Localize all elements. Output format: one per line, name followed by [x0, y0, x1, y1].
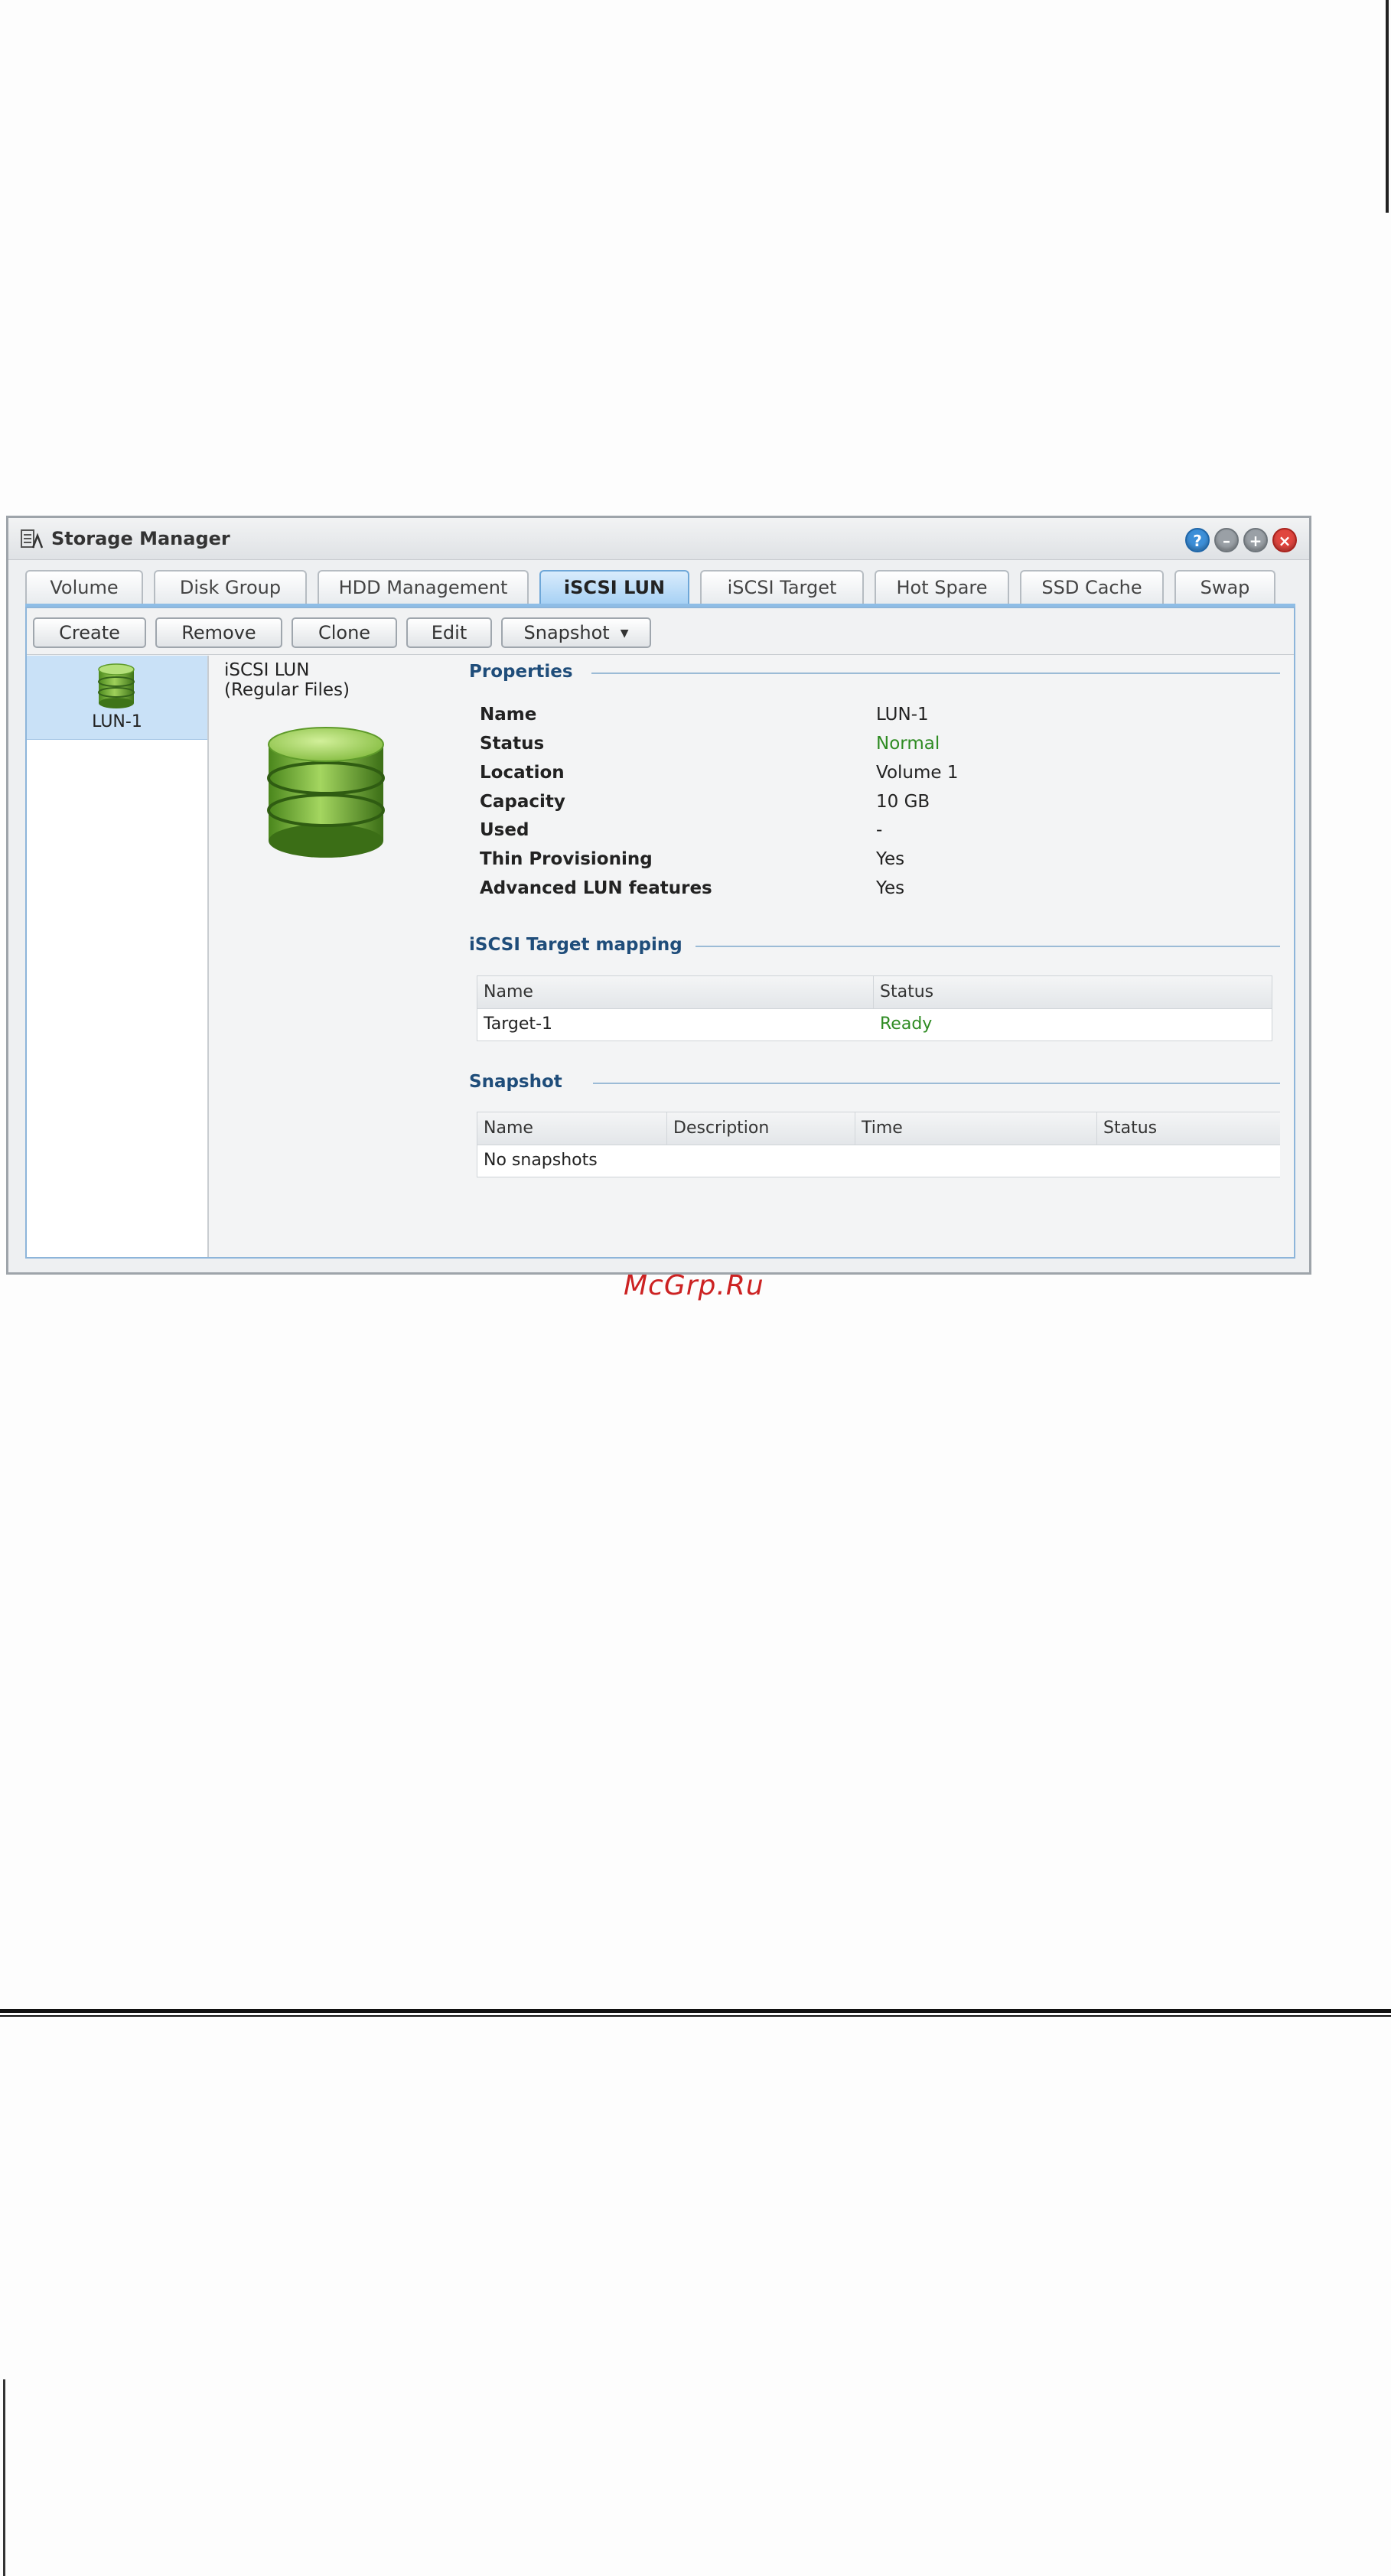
tab-disk-group[interactable]: Disk Group	[154, 570, 307, 604]
prop-thin-provisioning-label: Thin Provisioning	[480, 849, 653, 869]
prop-used-label: Used	[480, 820, 529, 840]
mapping-divider	[696, 946, 1280, 947]
snapshot-col-time[interactable]: Time	[855, 1112, 1097, 1145]
mapping-section-title: iSCSI Target mapping	[469, 935, 682, 955]
edit-button[interactable]: Edit	[406, 617, 492, 648]
tab-ssd-cache[interactable]: SSD Cache	[1020, 570, 1164, 604]
mapping-table: Name Status Target-1 Ready	[477, 975, 1272, 1041]
tab-hot-spare[interactable]: Hot Spare	[875, 570, 1009, 604]
toolbar: Create Remove Clone Edit Snapshot ▼	[27, 608, 1294, 655]
prop-capacity-label: Capacity	[480, 792, 565, 812]
page-divider-rule	[0, 2009, 1391, 2013]
prop-location-value: Volume 1	[876, 763, 959, 783]
iscsi-lun-panel: Create Remove Clone Edit Snapshot ▼ LUN-…	[25, 607, 1295, 1259]
close-icon[interactable]: ×	[1272, 528, 1297, 552]
mapping-col-name[interactable]: Name	[477, 976, 874, 1008]
snapshot-empty-text: No snapshots	[484, 1151, 598, 1170]
watermark: McGrp.Ru	[624, 1270, 764, 1301]
tab-iscsi-target[interactable]: iSCSI Target	[700, 570, 864, 604]
lun-details: iSCSI LUN (Regular Files) Properties Nam…	[217, 656, 1294, 1257]
mapping-row-name: Target-1	[484, 1014, 552, 1034]
prop-thin-provisioning-value: Yes	[876, 849, 905, 869]
prop-name-value: LUN-1	[876, 705, 929, 725]
snapshot-button-label: Snapshot	[523, 622, 610, 643]
snapshot-col-status[interactable]: Status	[1097, 1112, 1281, 1145]
lun-list-item-label: LUN-1	[92, 712, 142, 731]
lun-type-subtype: (Regular Files)	[224, 680, 350, 700]
page-edge-line	[1386, 0, 1389, 213]
help-icon[interactable]: ?	[1185, 528, 1210, 552]
remove-button[interactable]: Remove	[155, 617, 282, 648]
snapshot-section-title: Snapshot	[469, 1072, 562, 1092]
database-large-icon	[267, 727, 385, 858]
lun-type-label: iSCSI LUN (Regular Files)	[224, 660, 350, 700]
prop-advanced-lun-label: Advanced LUN features	[480, 878, 712, 898]
tab-hdd-management[interactable]: HDD Management	[318, 570, 529, 604]
create-button[interactable]: Create	[33, 617, 146, 648]
snapshot-col-name[interactable]: Name	[477, 1112, 667, 1145]
lun-list: LUN-1	[27, 656, 209, 1257]
properties-divider	[591, 672, 1280, 674]
lun-list-item[interactable]: LUN-1	[27, 656, 207, 740]
clone-button[interactable]: Clone	[292, 617, 397, 648]
page-divider-rule-thin	[0, 2015, 1391, 2017]
chevron-down-icon: ▼	[620, 627, 629, 640]
database-icon	[98, 663, 135, 708]
mapping-table-header: Name Status	[477, 976, 1272, 1009]
page-margin-line	[3, 2379, 5, 2576]
prop-name-label: Name	[480, 705, 537, 725]
tab-volume[interactable]: Volume	[25, 570, 143, 604]
tab-iscsi-lun[interactable]: iSCSI LUN	[539, 570, 689, 605]
window-title: Storage Manager	[51, 528, 230, 549]
storage-manager-window: Storage Manager ? – + × Volume Disk Grou…	[6, 516, 1311, 1275]
prop-status-value: Normal	[876, 734, 940, 754]
storage-manager-app-icon	[21, 529, 44, 549]
prop-status-label: Status	[480, 734, 545, 754]
prop-used-value: -	[876, 820, 883, 840]
snapshot-table: Name Description Time Status No snapshot…	[477, 1112, 1280, 1177]
prop-capacity-value: 10 GB	[876, 792, 930, 812]
mapping-col-status[interactable]: Status	[874, 976, 1272, 1008]
prop-location-label: Location	[480, 763, 565, 783]
mapping-row-status: Ready	[880, 1014, 933, 1034]
prop-advanced-lun-value: Yes	[876, 878, 905, 898]
properties-section-title: Properties	[469, 662, 573, 682]
snapshot-table-header: Name Description Time Status	[477, 1112, 1280, 1145]
tab-swap[interactable]: Swap	[1174, 570, 1275, 604]
snapshot-divider	[593, 1083, 1280, 1084]
lun-type-name: iSCSI LUN	[224, 660, 310, 680]
minimize-icon[interactable]: –	[1214, 528, 1239, 552]
snapshot-col-description[interactable]: Description	[667, 1112, 855, 1145]
snapshot-dropdown-button[interactable]: Snapshot ▼	[501, 617, 651, 648]
maximize-icon[interactable]: +	[1243, 528, 1268, 552]
title-bar[interactable]: Storage Manager ? – + ×	[8, 518, 1309, 560]
